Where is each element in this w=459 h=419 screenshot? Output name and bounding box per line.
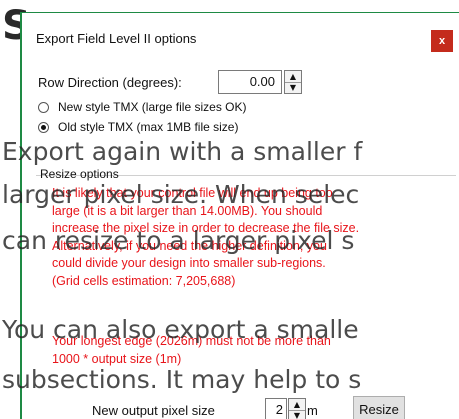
radio-new-style-tmx[interactable] [38, 102, 49, 113]
option-label: Old style TMX (max 1MB file size) [58, 120, 239, 134]
background-text-line: Export again with a smaller f [2, 137, 363, 166]
stepper-down-icon[interactable]: ▼ [285, 82, 301, 93]
output-pixel-size-input[interactable]: 2 [265, 398, 287, 419]
dialog-title: Export Field Level II options [36, 31, 197, 46]
output-pixel-size-label: New output pixel size [92, 403, 215, 418]
background-text-line: subsections. It may help to s [2, 365, 362, 394]
row-direction-label: Row Direction (degrees): [38, 75, 182, 90]
output-pixel-size-stepper[interactable]: ▲ ▼ [288, 398, 306, 419]
resize-options-title: Resize options [40, 167, 119, 181]
row-direction-input[interactable]: 0.00 [218, 70, 282, 94]
background-text-line: larger pixel size. When selec [2, 180, 360, 209]
output-unit: m [307, 403, 318, 418]
background-text-line: can resize to a larger pixel s [2, 226, 355, 255]
resize-button[interactable]: Resize [353, 396, 405, 419]
close-button[interactable]: x [431, 30, 453, 52]
stepper-down-icon[interactable]: ▼ [289, 410, 305, 419]
screen: S Export Field Level II options x Row Di… [0, 0, 459, 419]
close-icon: x [438, 35, 446, 47]
option-label: New style TMX (large file sizes OK) [58, 100, 247, 114]
row-direction-stepper[interactable]: ▲ ▼ [284, 70, 302, 94]
export-options-dialog: Export Field Level II options x Row Dire… [20, 12, 459, 419]
radio-old-style-tmx[interactable] [38, 122, 49, 133]
background-text-line: You can also export a smalle [2, 315, 359, 344]
